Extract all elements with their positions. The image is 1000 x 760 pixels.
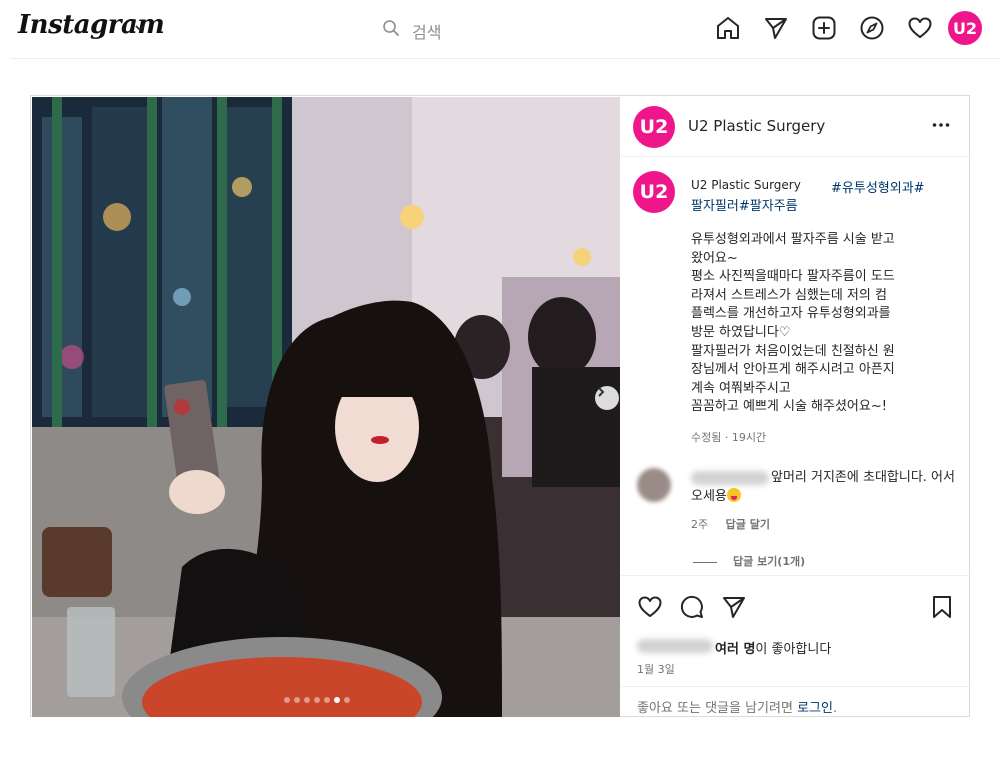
account-name[interactable]: U2 Plastic Surgery (688, 117, 825, 135)
chevron-right-icon (598, 387, 605, 397)
carousel-dot (294, 697, 300, 703)
caption-meta: 수정됨 · 19시간 (691, 431, 767, 444)
bottom-divider (621, 686, 970, 687)
post-header: U2 U2 Plastic Surgery (621, 97, 970, 157)
caption-username[interactable]: U2 Plastic Surgery (691, 178, 801, 192)
likes-text[interactable]: 여러 명이 좋아합니다 (715, 638, 831, 657)
post-card: U2 U2 Plastic Surgery U2 U2 Plastic Surg… (30, 95, 970, 717)
activity-heart-icon[interactable] (907, 15, 933, 41)
search-input[interactable]: 검색 (380, 16, 500, 42)
tongue-emoji-icon (726, 487, 741, 502)
caption-avatar[interactable]: U2 (633, 171, 675, 213)
more-options-icon[interactable] (931, 115, 951, 135)
likes-rest: 이 좋아합니다 (755, 642, 832, 657)
search-icon (383, 20, 399, 36)
top-navigation: Instagram 검색 U2 (0, 0, 1000, 58)
home-icon[interactable] (715, 15, 741, 41)
post-image (32, 97, 620, 717)
explore-icon[interactable] (859, 15, 885, 41)
comment-icon[interactable] (679, 594, 705, 620)
carousel-dot (344, 697, 350, 703)
login-period: . (832, 701, 838, 716)
account-avatar[interactable]: U2 (633, 106, 675, 148)
share-icon[interactable] (721, 594, 747, 620)
direct-icon[interactable] (763, 15, 789, 41)
liker-name-blurred[interactable] (637, 639, 713, 653)
reply-button[interactable]: 답글 달기 (726, 518, 770, 531)
nav-divider (10, 58, 1000, 59)
login-link[interactable]: 로그인 (797, 701, 833, 716)
likes-bold: 여러 명 (715, 642, 756, 657)
caption-text: 유투성형외과에서 팔자주름 시술 받고 왔어요~ 평소 사진찍을때마다 팔자주름… (691, 232, 895, 415)
caption-hashtags[interactable]: #유투성형외과# (831, 177, 925, 196)
post-side-panel: U2 U2 Plastic Surgery U2 U2 Plastic Surg… (621, 97, 970, 717)
carousel-dot (314, 697, 320, 703)
carousel-indicator (284, 697, 350, 705)
next-image-button[interactable] (595, 386, 619, 410)
search-placeholder: 검색 (412, 23, 442, 42)
bookmark-icon[interactable] (929, 594, 955, 620)
new-post-icon[interactable] (811, 15, 837, 41)
actions-divider (621, 575, 970, 576)
post-date: 1월 3일 (637, 663, 675, 676)
login-prompt: 좋아요 또는 댓글을 남기려면 로그인. (637, 697, 837, 716)
chevron-down-icon[interactable] (134, 22, 146, 34)
carousel-dot (304, 697, 310, 703)
post-photo[interactable] (32, 97, 620, 717)
commenter-avatar[interactable] (637, 468, 671, 502)
view-replies-button[interactable]: 답글 보기(1개) (693, 553, 805, 569)
login-prompt-text: 좋아요 또는 댓글을 남기려면 (637, 701, 793, 716)
caption-hashtags-continued[interactable]: 팔자필러#팔자주름 (691, 195, 798, 214)
comment-time: 2주 (691, 518, 709, 531)
comment-text: 앞머리 거지존에 초대합니다. 어서오세용 (691, 469, 963, 506)
carousel-dot (334, 697, 340, 703)
carousel-dot (284, 697, 290, 703)
comment-meta: 2주 답글 달기 (691, 516, 784, 532)
like-heart-icon[interactable] (637, 594, 663, 620)
profile-avatar[interactable]: U2 (948, 11, 982, 45)
carousel-dot (324, 697, 330, 703)
